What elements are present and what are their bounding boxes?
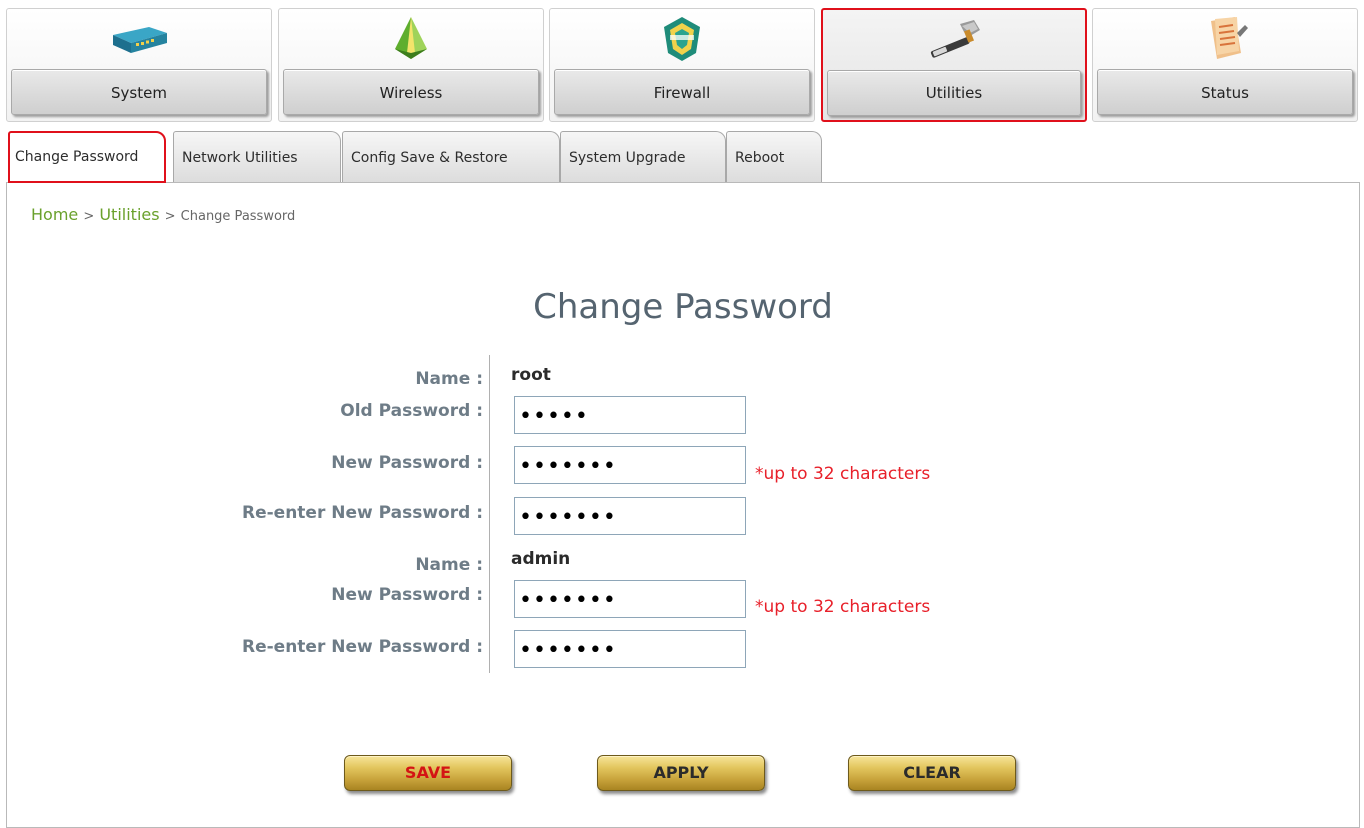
root-old-password-label: Old Password : bbox=[340, 401, 483, 421]
nav-item-utilities[interactable]: Utilities bbox=[821, 8, 1087, 122]
nav-wireless-label[interactable]: Wireless bbox=[283, 69, 539, 115]
tab-reboot[interactable]: Reboot bbox=[726, 131, 822, 183]
status-document-icon bbox=[1211, 17, 1248, 59]
router-device-icon bbox=[113, 27, 167, 53]
form-divider bbox=[489, 355, 490, 673]
root-name-label: Name : bbox=[415, 369, 483, 389]
breadcrumb-home-link[interactable]: Home bbox=[31, 205, 78, 224]
main-navigation: System Wireless Firewall Utilities Statu… bbox=[6, 8, 1358, 124]
nav-firewall-label[interactable]: Firewall bbox=[554, 69, 810, 115]
root-new-password-field[interactable]: ••••••• bbox=[514, 446, 746, 484]
apply-button[interactable]: APPLY bbox=[597, 755, 765, 791]
clear-button[interactable]: CLEAR bbox=[848, 755, 1016, 791]
breadcrumb-utilities-link[interactable]: Utilities bbox=[99, 205, 159, 224]
root-old-password-field[interactable]: ••••• bbox=[514, 396, 746, 434]
hammer-icon bbox=[930, 20, 980, 58]
admin-new-password-field[interactable]: ••••••• bbox=[514, 580, 746, 618]
nav-system-label[interactable]: System bbox=[11, 69, 267, 115]
admin-reenter-password-label: Re-enter New Password : bbox=[241, 637, 483, 657]
save-button[interactable]: SAVE bbox=[344, 755, 512, 791]
tab-change-password[interactable]: Change Password bbox=[8, 131, 166, 183]
root-password-hint: *up to 32 characters bbox=[755, 464, 931, 484]
admin-new-password-label: New Password : bbox=[331, 585, 483, 605]
nav-item-wireless[interactable]: Wireless bbox=[278, 8, 544, 122]
nav-item-status[interactable]: Status bbox=[1092, 8, 1358, 122]
nav-status-label[interactable]: Status bbox=[1097, 69, 1353, 115]
admin-name-value: admin bbox=[511, 549, 571, 569]
breadcrumb-separator: > bbox=[83, 209, 95, 224]
root-name-value: root bbox=[511, 365, 551, 385]
firewall-shield-icon bbox=[664, 17, 700, 61]
breadcrumb: Home > Utilities > Change Password bbox=[31, 205, 295, 224]
root-reenter-password-label: Re-enter New Password : bbox=[241, 503, 483, 523]
nav-item-system[interactable]: System bbox=[6, 8, 272, 122]
page-title: Change Password bbox=[533, 287, 833, 327]
root-new-password-label: New Password : bbox=[331, 453, 483, 473]
admin-reenter-password-field[interactable]: ••••••• bbox=[514, 630, 746, 668]
admin-name-label: Name : bbox=[415, 555, 483, 575]
root-reenter-password-field[interactable]: ••••••• bbox=[514, 497, 746, 535]
content-panel: Home > Utilities > Change Password Chang… bbox=[6, 182, 1360, 828]
nav-utilities-label[interactable]: Utilities bbox=[827, 70, 1081, 116]
admin-password-hint: *up to 32 characters bbox=[755, 597, 931, 617]
tab-system-upgrade[interactable]: System Upgrade bbox=[560, 131, 726, 183]
breadcrumb-separator: > bbox=[164, 209, 176, 224]
tab-config-save-restore[interactable]: Config Save & Restore bbox=[342, 131, 560, 183]
breadcrumb-current: Change Password bbox=[180, 209, 296, 224]
nav-item-firewall[interactable]: Firewall bbox=[549, 8, 815, 122]
wireless-pyramid-icon bbox=[395, 17, 427, 59]
tab-network-utilities[interactable]: Network Utilities bbox=[173, 131, 341, 183]
utilities-tab-bar: Change Password Network Utilities Config… bbox=[8, 131, 1360, 183]
